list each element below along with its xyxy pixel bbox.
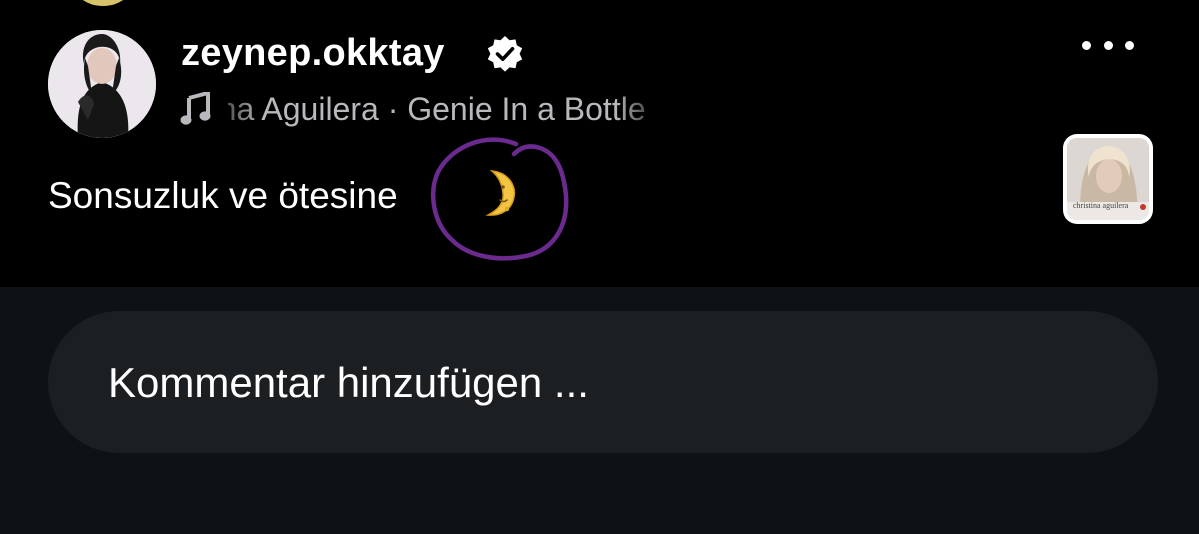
username[interactable]: zeynep.okktay <box>181 29 445 77</box>
music-note-icon <box>180 92 211 125</box>
verified-badge-icon <box>487 36 523 72</box>
album-art-badge <box>1140 204 1146 210</box>
previous-avatar[interactable] <box>72 0 134 6</box>
post-header: zeynep.okktay Christina Aguilera · Genie… <box>0 0 1199 287</box>
annotation-circle <box>430 137 569 261</box>
song-marquee[interactable]: Christina Aguilera · Genie In a Bottle <box>228 88 668 130</box>
comment-placeholder: Kommentar hinzufügen ... <box>108 359 589 406</box>
album-art-thumbnail[interactable]: christina aguilera <box>1063 134 1153 224</box>
avatar[interactable] <box>48 30 156 138</box>
song-title: Christina Aguilera · Genie In a Bottle <box>228 91 646 127</box>
post-caption: Sonsuzluk ve ötesine <box>48 175 398 216</box>
more-options-icon[interactable] <box>1082 30 1134 60</box>
album-art-label: christina aguilera <box>1073 201 1129 210</box>
